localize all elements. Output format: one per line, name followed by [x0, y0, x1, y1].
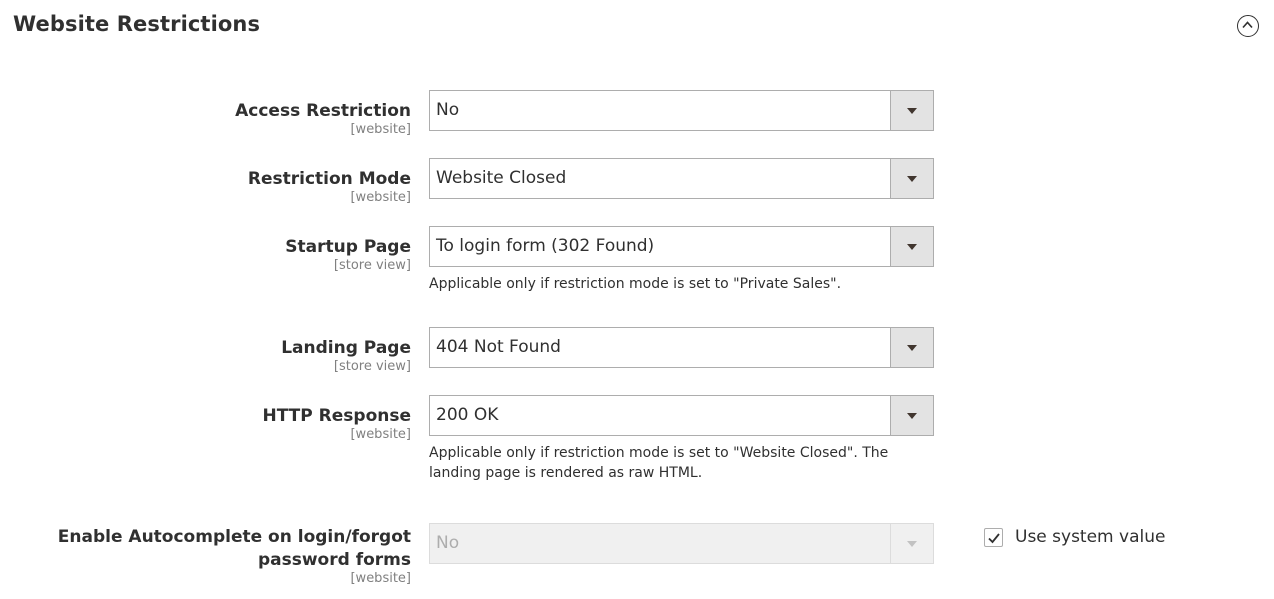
- use-system-value-toggle[interactable]: Use system value: [984, 527, 1165, 547]
- select-value: Website Closed: [436, 168, 567, 188]
- caret-down-icon: [907, 176, 917, 182]
- caret-down-icon: [907, 108, 917, 114]
- field-scope: [website]: [350, 122, 411, 137]
- field-scope: [website]: [350, 427, 411, 442]
- field-label-group: Access Restriction [website]: [0, 100, 411, 137]
- access-restriction-select[interactable]: No: [429, 90, 934, 131]
- use-system-value-label[interactable]: Use system value: [1015, 527, 1165, 547]
- dropdown-arrow[interactable]: [890, 227, 933, 266]
- startup-page-select[interactable]: To login form (302 Found): [429, 226, 934, 267]
- caret-down-icon: [907, 413, 917, 419]
- caret-down-icon: [907, 345, 917, 351]
- field-scope: [store view]: [333, 359, 411, 374]
- dropdown-arrow[interactable]: [890, 159, 933, 198]
- field-label: Access Restriction: [235, 101, 411, 121]
- select-value: To login form (302 Found): [436, 236, 655, 256]
- field-note: Applicable only if restriction mode is s…: [429, 276, 842, 292]
- caret-down-icon: [907, 541, 917, 547]
- field-scope: [store view]: [333, 258, 411, 273]
- field-note: Applicable only if restriction mode is s…: [429, 445, 889, 481]
- collapse-section-button[interactable]: [1237, 15, 1259, 37]
- select-value: 404 Not Found: [436, 337, 561, 357]
- field-label: HTTP Response: [262, 406, 411, 426]
- caret-down-icon: [907, 244, 917, 250]
- field-label-group: Landing Page [store view]: [0, 337, 411, 374]
- enable-autocomplete-select: No: [429, 523, 934, 564]
- dropdown-arrow: [890, 524, 933, 563]
- select-value: No: [436, 533, 460, 553]
- dropdown-arrow[interactable]: [890, 328, 933, 367]
- field-label: Enable Autocomplete on login/forgot pass…: [57, 527, 411, 570]
- dropdown-arrow[interactable]: [890, 396, 933, 435]
- field-scope: [website]: [350, 190, 411, 205]
- select-value: No: [436, 100, 460, 120]
- use-system-value-checkbox[interactable]: [984, 527, 1003, 547]
- landing-page-select[interactable]: 404 Not Found: [429, 327, 934, 368]
- restriction-mode-select[interactable]: Website Closed: [429, 158, 934, 199]
- select-value: 200 OK: [436, 405, 499, 425]
- field-scope: [website]: [350, 571, 411, 586]
- field-label: Restriction Mode: [247, 169, 411, 189]
- field-label-group: Restriction Mode [website]: [0, 168, 411, 205]
- field-label: Startup Page: [285, 237, 411, 257]
- checkmark-icon: [988, 532, 1000, 543]
- field-label-group: Enable Autocomplete on login/forgot pass…: [1, 526, 411, 586]
- dropdown-arrow[interactable]: [890, 91, 933, 130]
- field-label: Landing Page: [281, 338, 411, 358]
- field-label-group: HTTP Response [website]: [0, 405, 411, 442]
- section-title: Website Restrictions: [13, 12, 261, 36]
- http-response-select[interactable]: 200 OK: [429, 395, 934, 436]
- field-label-group: Startup Page [store view]: [0, 236, 411, 273]
